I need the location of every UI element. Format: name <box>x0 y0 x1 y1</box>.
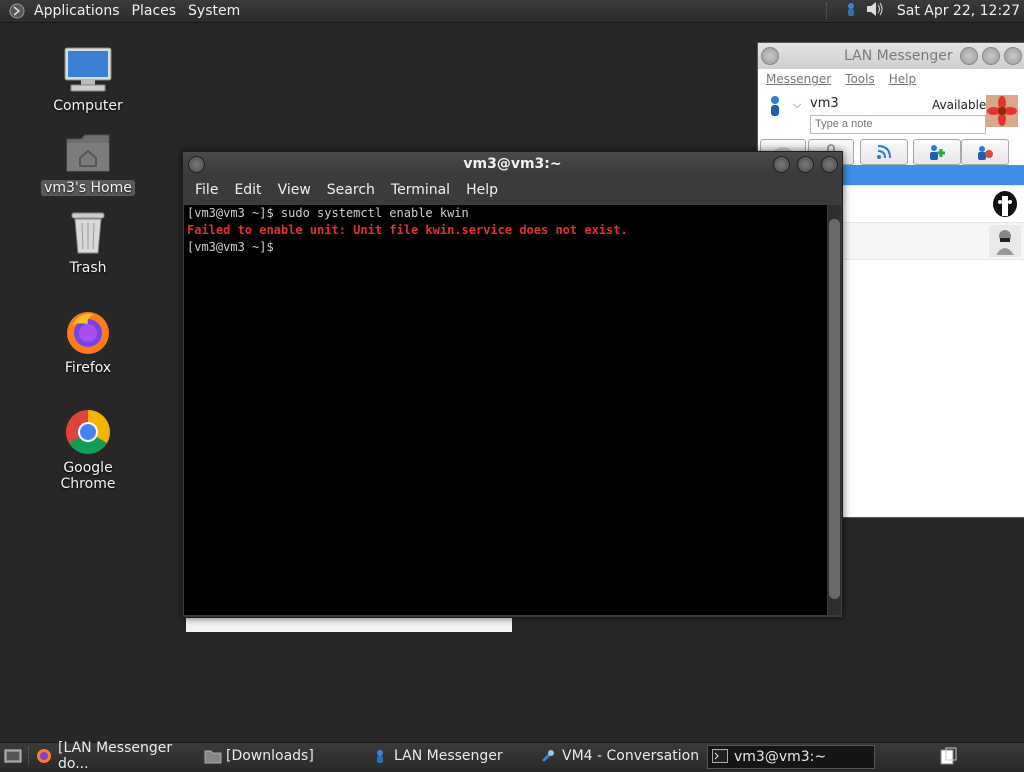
settings-button[interactable] <box>961 139 1009 165</box>
window-menu-button[interactable] <box>761 47 779 65</box>
clock[interactable]: Sat Apr 22, 12:27 <box>897 3 1020 19</box>
add-contact-button[interactable] <box>913 139 961 165</box>
lan-menubar: Messenger Tools Help <box>758 69 1024 89</box>
conversation-icon <box>540 748 556 764</box>
desktop-icon-computer[interactable]: Computer <box>33 44 143 114</box>
scrollbar-thumb[interactable] <box>829 219 840 599</box>
lan-messenger-titlebar[interactable]: LAN Messenger <box>758 43 1024 69</box>
computer-icon <box>62 44 114 96</box>
desktop-icon-firefox[interactable]: Firefox <box>33 306 143 376</box>
user-status-icon[interactable] <box>768 95 782 121</box>
user-status[interactable]: Available <box>932 98 986 112</box>
terminal-menubar: File Edit View Search Terminal Help <box>183 176 842 204</box>
menu-tools[interactable]: Tools <box>845 72 875 86</box>
terminal-error-line: Failed to enable unit: Unit file kwin.se… <box>187 223 628 237</box>
panel-grip <box>825 3 831 19</box>
home-folder-icon <box>62 126 114 178</box>
terminal-window: vm3@vm3:~ File Edit View Search Terminal… <box>182 151 843 618</box>
task-firefox[interactable]: [LAN Messenger do... <box>36 740 196 772</box>
maximize-button[interactable] <box>797 156 814 173</box>
desktop-icon-label: Trash <box>69 260 107 276</box>
gnome-foot-icon[interactable] <box>6 0 28 22</box>
trash-icon <box>62 206 114 258</box>
minimize-button[interactable] <box>773 156 790 173</box>
workspace-switcher-icon[interactable] <box>940 747 958 769</box>
window-title: vm3@vm3:~ <box>463 156 562 172</box>
user-panel: ⌵ vm3 Available <box>758 89 1024 137</box>
chrome-icon <box>62 406 114 458</box>
menu-edit[interactable]: Edit <box>226 182 269 198</box>
note-input[interactable] <box>810 115 986 134</box>
lan-messenger-icon <box>372 748 388 764</box>
terminal-line: [vm3@vm3 ~]$ sudo systemctl enable kwin <box>187 206 469 220</box>
task-lan-messenger[interactable]: LAN Messenger <box>372 745 532 767</box>
terminal-prompt-line: [vm3@vm3 ~]$ <box>187 240 281 254</box>
menu-help[interactable]: Help <box>889 72 916 86</box>
show-desktop-icon[interactable] <box>4 748 22 768</box>
firefox-icon <box>62 306 114 358</box>
folder-icon <box>204 748 222 764</box>
background-window-edge <box>186 616 512 632</box>
terminal-icon <box>712 749 728 765</box>
maximize-button[interactable] <box>982 47 1000 65</box>
task-downloads[interactable]: [Downloads] <box>204 745 364 767</box>
terminal-titlebar[interactable]: vm3@vm3:~ <box>183 152 842 176</box>
task-label: vm3@vm3:~ <box>734 749 827 765</box>
bottom-panel: [LAN Messenger do... [Downloads] LAN Mes… <box>0 740 1024 772</box>
window-title: LAN Messenger <box>844 48 953 64</box>
firefox-icon <box>36 748 52 764</box>
contact-avatar <box>989 188 1021 220</box>
menu-system[interactable]: System <box>182 3 246 19</box>
top-panel: Applications Places System Sat Apr 22, 1… <box>0 0 1024 23</box>
menu-view[interactable]: View <box>270 182 319 198</box>
desktop-icon-home[interactable]: vm3's Home <box>33 126 143 196</box>
desktop-icon-label: Google Chrome <box>60 460 116 492</box>
menu-file[interactable]: File <box>187 182 226 198</box>
desktop-icon-label: Firefox <box>64 360 112 376</box>
chevron-down-icon[interactable]: ⌵ <box>793 98 801 112</box>
desktop-icon-label: vm3's Home <box>41 180 135 196</box>
user-avatar[interactable] <box>986 95 1018 127</box>
lan-messenger-tray-icon[interactable] <box>843 1 859 21</box>
minimize-button[interactable] <box>960 47 978 65</box>
volume-icon[interactable] <box>865 0 885 22</box>
menu-terminal[interactable]: Terminal <box>383 182 458 198</box>
menu-search[interactable]: Search <box>319 182 383 198</box>
rss-icon[interactable] <box>860 139 908 165</box>
close-button[interactable] <box>1004 47 1022 65</box>
menu-places[interactable]: Places <box>126 3 183 19</box>
menu-messenger[interactable]: Messenger <box>766 72 831 86</box>
task-terminal[interactable]: vm3@vm3:~ <box>707 745 875 769</box>
menu-applications[interactable]: Applications <box>28 3 126 19</box>
close-button[interactable] <box>821 156 838 173</box>
menu-help[interactable]: Help <box>458 182 506 198</box>
desktop-icon-chrome[interactable]: Google Chrome <box>33 406 143 492</box>
task-label: VM4 - Conversation <box>562 748 700 764</box>
task-label: [Downloads] <box>226 748 314 764</box>
terminal-scrollbar[interactable] <box>828 205 841 615</box>
user-name: vm3 <box>810 96 839 111</box>
task-label: [LAN Messenger do... <box>58 740 173 772</box>
task-label: LAN Messenger <box>394 748 503 764</box>
desktop-icon-label: Computer <box>53 98 123 114</box>
task-conversation[interactable]: VM4 - Conversation <box>540 745 700 767</box>
terminal-output[interactable]: [vm3@vm3 ~]$ sudo systemctl enable kwin … <box>184 205 827 615</box>
desktop-icon-trash[interactable]: Trash <box>33 206 143 276</box>
contact-avatar <box>989 225 1021 257</box>
panel-grip <box>28 747 33 765</box>
